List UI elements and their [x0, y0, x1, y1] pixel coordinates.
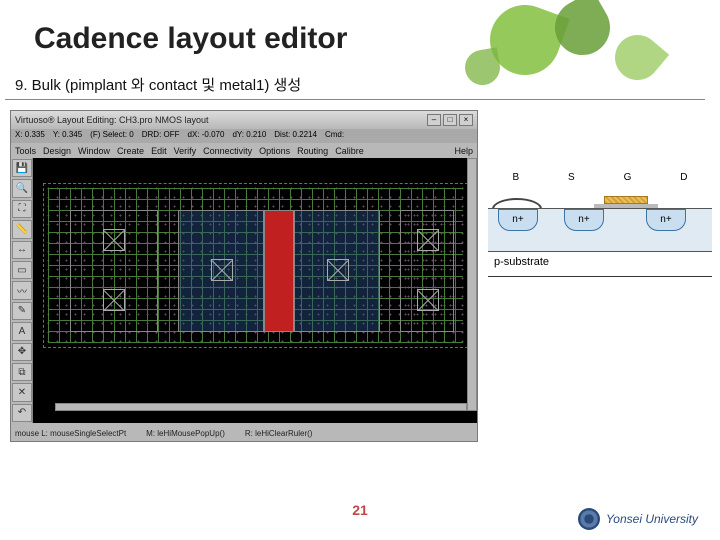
tool-pen-icon[interactable]: ✎ — [12, 302, 32, 320]
status-x: X: 0.335 — [15, 130, 45, 142]
university-name: Yonsei University — [606, 512, 698, 526]
tool-move-icon[interactable]: ✥ — [12, 343, 32, 361]
tool-label-icon[interactable]: A — [12, 322, 32, 340]
cross-section-diagram: B S G D n+ n+ n+ p-substrate — [488, 172, 712, 302]
titlebar[interactable]: Virtuoso® Layout Editing: CH3.pro NMOS l… — [11, 111, 477, 129]
window-title: Virtuoso® Layout Editing: CH3.pro NMOS l… — [15, 115, 209, 125]
contact-via[interactable] — [103, 229, 125, 251]
menu-design[interactable]: Design — [43, 146, 71, 156]
status-y: Y: 0.345 — [53, 130, 82, 142]
mouse-m: M: leHiMousePopUp() — [146, 429, 225, 441]
close-button[interactable]: × — [459, 114, 473, 126]
horizontal-scrollbar[interactable] — [55, 403, 467, 411]
tool-stretch-icon[interactable]: ↔ — [12, 241, 32, 259]
mouse-r: R: leHiClearRuler() — [245, 429, 313, 441]
status-dy: dY: 0.210 — [232, 130, 266, 142]
mouse-l: mouse L: mouseSingleSelectPt — [15, 429, 126, 441]
terminal-gate: G — [624, 172, 632, 194]
menu-edit[interactable]: Edit — [151, 146, 167, 156]
divider-line — [488, 276, 712, 277]
contact-via[interactable] — [417, 229, 439, 251]
status-sel: (F) Select: 0 — [90, 130, 134, 142]
tool-zoom-icon[interactable]: 🔍 — [12, 179, 32, 197]
substrate: n+ n+ n+ — [488, 208, 712, 252]
nplus-drain: n+ — [646, 209, 686, 231]
contact-via[interactable] — [417, 289, 439, 311]
tool-delete-icon[interactable]: ✕ — [12, 383, 32, 401]
nplus-source: n+ — [564, 209, 604, 231]
poly-gate-region[interactable] — [264, 210, 294, 332]
terminal-bulk: B — [512, 172, 519, 194]
tool-save-icon[interactable]: 💾 — [12, 159, 32, 177]
terminal-source: S — [568, 172, 575, 194]
contact-via[interactable] — [103, 289, 125, 311]
vertical-toolbar[interactable]: 💾 🔍 ⛶ 📏 ↔ ▭ 〰 ✎ A ✥ ⧉ ✕ ↶ — [11, 158, 33, 423]
tool-copy-icon[interactable]: ⧉ — [12, 363, 32, 381]
menu-window[interactable]: Window — [78, 146, 110, 156]
tool-ruler-icon[interactable]: 📏 — [12, 220, 32, 238]
active-region[interactable] — [48, 188, 463, 343]
contact-via[interactable] — [211, 259, 233, 281]
status-dx: dX: -0.070 — [188, 130, 225, 142]
drain-metal-region[interactable] — [294, 210, 380, 332]
step-label: 9. Bulk (pimplant 와 contact 및 metal1) 생성 — [5, 56, 705, 100]
gate-poly — [604, 196, 648, 204]
status-drd: DRD: OFF — [142, 130, 180, 142]
menu-options[interactable]: Options — [259, 146, 290, 156]
menu-verify[interactable]: Verify — [174, 146, 197, 156]
vertical-scrollbar[interactable] — [467, 158, 477, 411]
menu-help[interactable]: Help — [454, 146, 473, 156]
tool-path-icon[interactable]: 〰 — [12, 281, 32, 299]
menu-routing[interactable]: Routing — [297, 146, 328, 156]
maximize-button[interactable]: □ — [443, 114, 457, 126]
menubar[interactable]: Tools Design Window Create Edit Verify C… — [11, 143, 477, 158]
status-row: X: 0.335 Y: 0.345 (F) Select: 0 DRD: OFF… — [11, 129, 477, 143]
layout-canvas[interactable] — [33, 158, 477, 423]
status-cmd: Cmd: — [325, 130, 344, 142]
slide-title: Cadence layout editor — [0, 0, 720, 56]
tool-rect-icon[interactable]: ▭ — [12, 261, 32, 279]
tool-fit-icon[interactable]: ⛶ — [12, 200, 32, 218]
right-diffusion-region[interactable] — [400, 210, 454, 332]
pimplant-region[interactable] — [43, 183, 468, 348]
substrate-label: p-substrate — [494, 256, 549, 268]
virtuoso-window: Virtuoso® Layout Editing: CH3.pro NMOS l… — [10, 110, 478, 442]
menu-create[interactable]: Create — [117, 146, 144, 156]
nplus-bulk: n+ — [498, 209, 538, 231]
bulk-contact-region[interactable] — [70, 210, 158, 332]
prompt-row: mouse L: mouseSingleSelectPt M: leHiMous… — [11, 429, 477, 441]
seal-icon — [578, 508, 600, 530]
status-dist: Dist: 0.2214 — [274, 130, 317, 142]
contact-via[interactable] — [327, 259, 349, 281]
menu-tools[interactable]: Tools — [15, 146, 36, 156]
menu-connectivity[interactable]: Connectivity — [203, 146, 252, 156]
tool-undo-icon[interactable]: ↶ — [12, 404, 32, 422]
minimize-button[interactable]: – — [427, 114, 441, 126]
source-metal-region[interactable] — [178, 210, 264, 332]
university-logo: Yonsei University — [578, 508, 698, 530]
menu-calibre[interactable]: Calibre — [335, 146, 364, 156]
terminal-drain: D — [680, 172, 687, 194]
